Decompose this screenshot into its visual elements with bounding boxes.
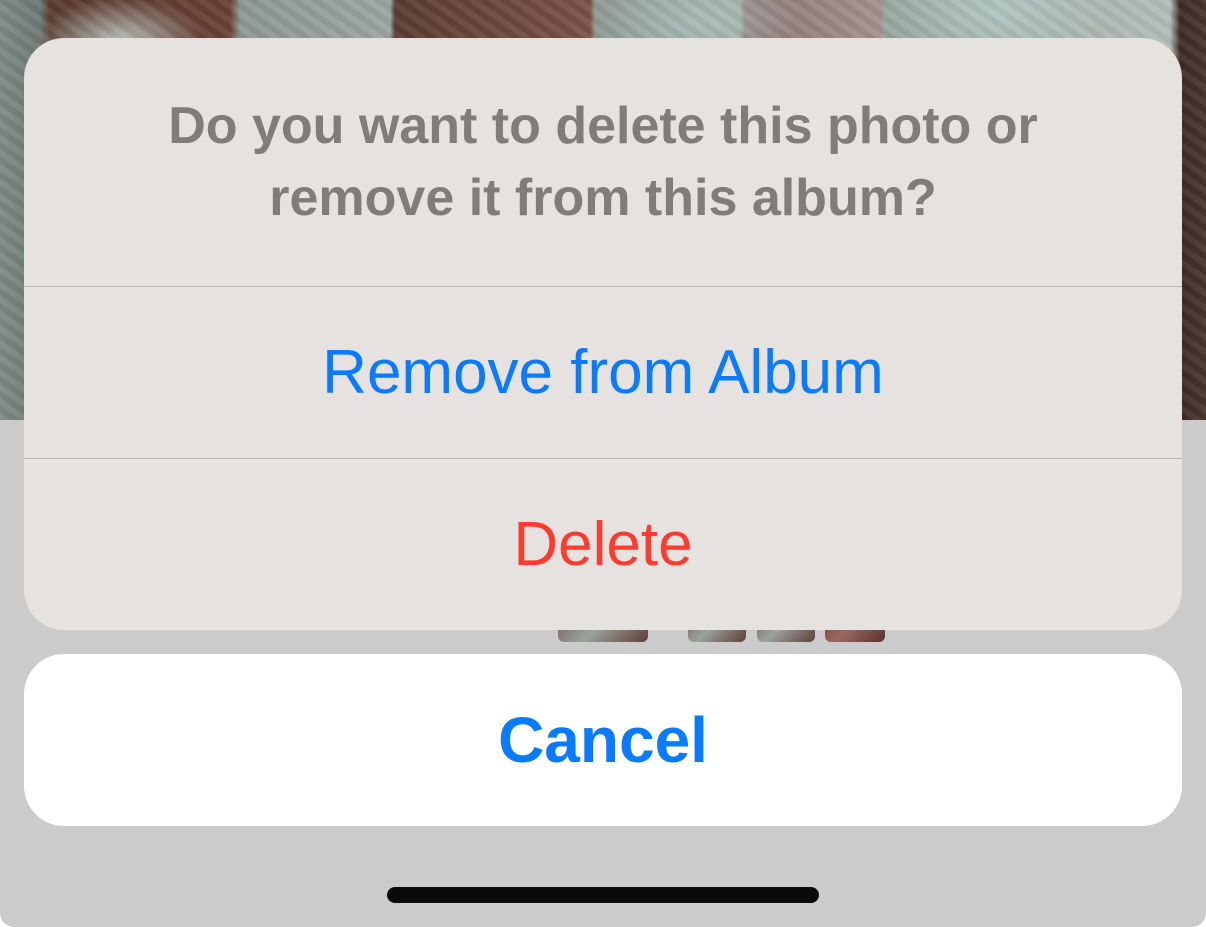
delete-button[interactable]: Delete [24, 459, 1182, 630]
cancel-button[interactable]: Cancel [24, 654, 1182, 826]
action-sheet-message: Do you want to delete this photo or remo… [24, 38, 1182, 287]
home-indicator[interactable] [387, 887, 819, 903]
action-sheet: Do you want to delete this photo or remo… [24, 38, 1182, 630]
screen: Do you want to delete this photo or remo… [0, 0, 1206, 927]
remove-from-album-button[interactable]: Remove from Album [24, 287, 1182, 459]
